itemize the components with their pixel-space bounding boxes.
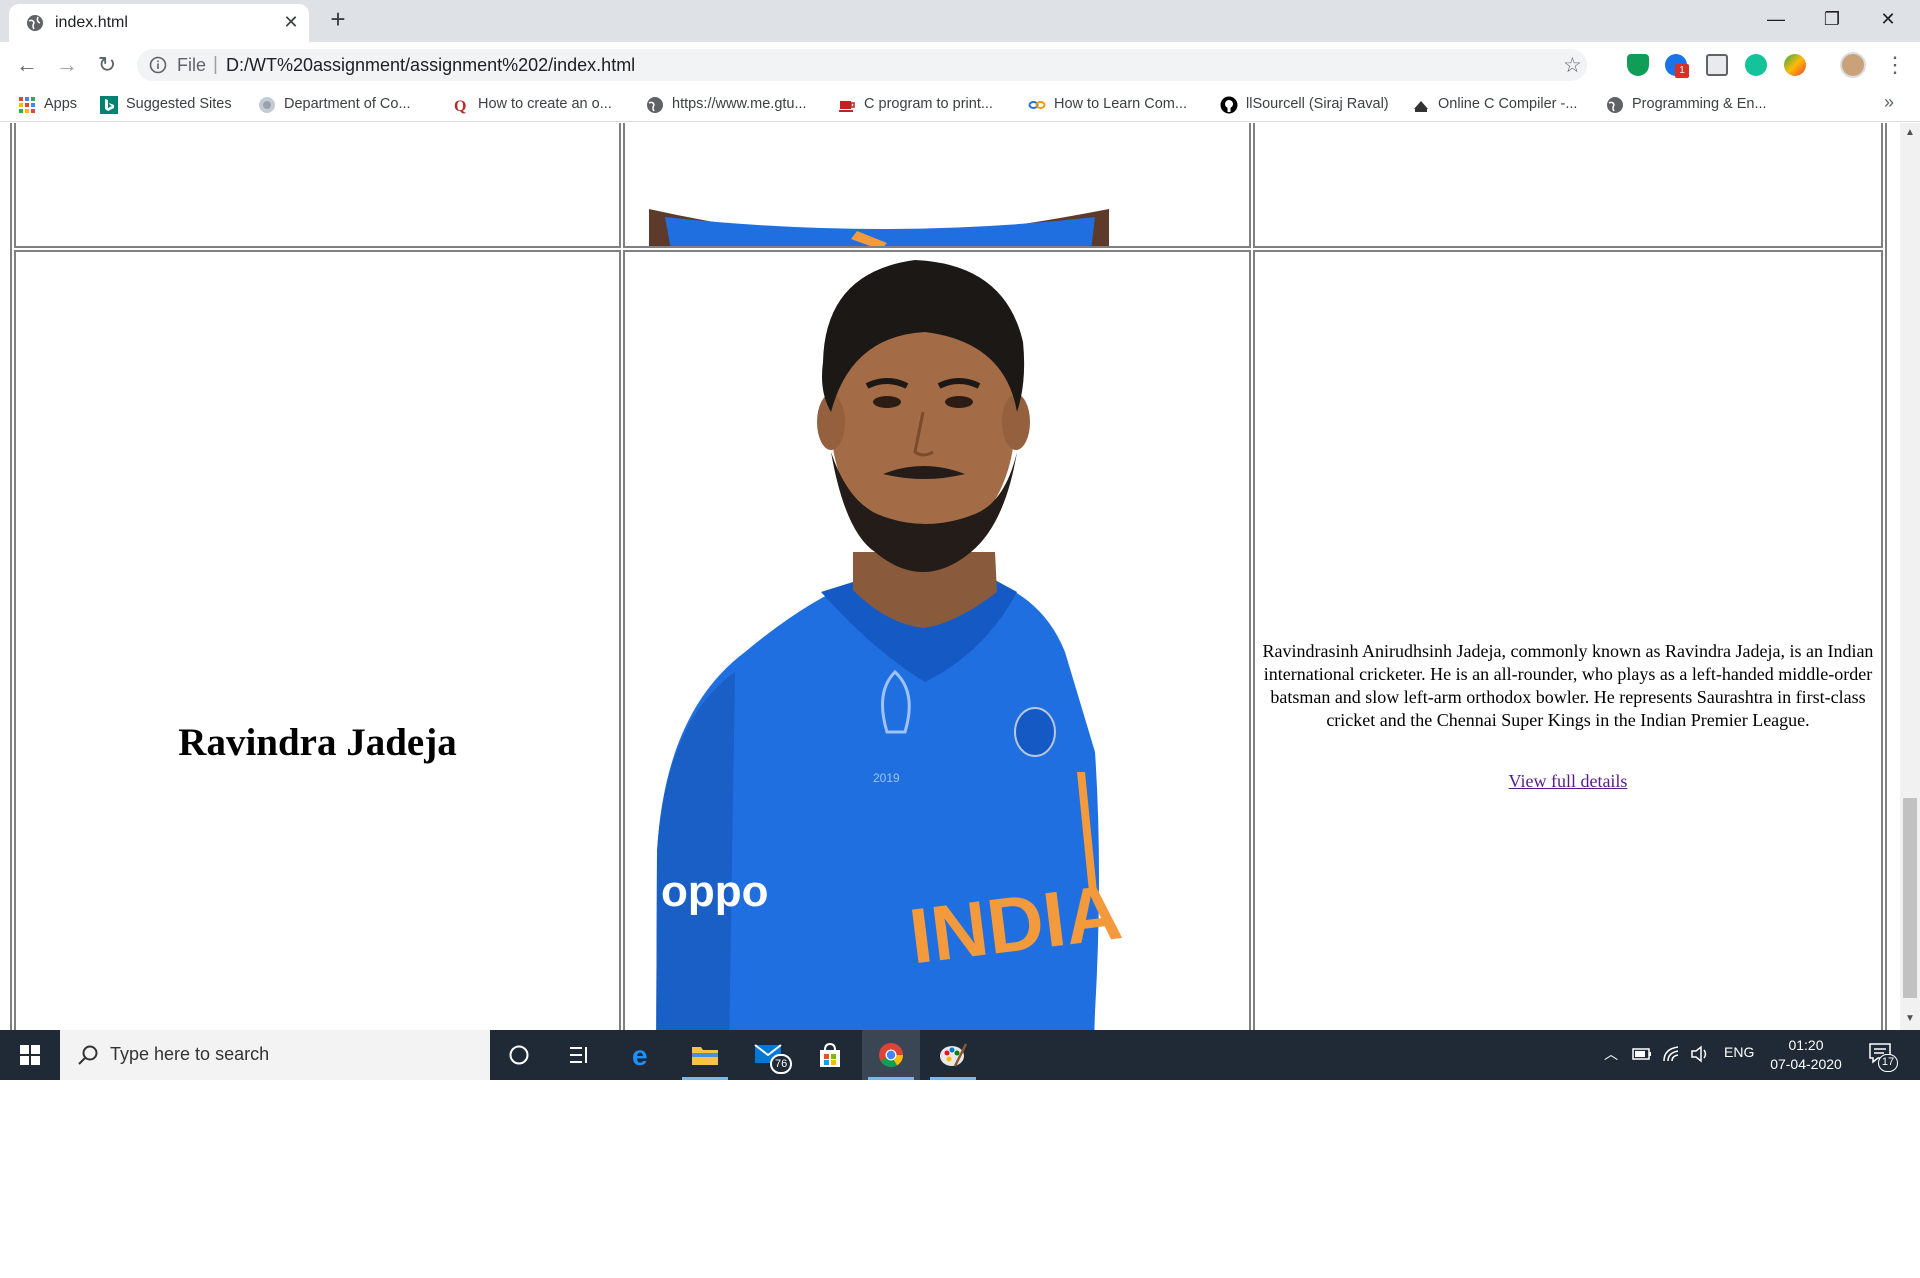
store-bag-icon <box>820 1042 840 1067</box>
bing-icon <box>100 96 118 114</box>
reload-button[interactable]: ↻ <box>92 50 122 80</box>
paint-taskbar-button[interactable] <box>924 1030 982 1080</box>
windows-logo-icon <box>20 1045 40 1065</box>
page-viewport: Ravindra Jadeja 2019 oppo INDIA Ravindra… <box>0 123 1900 1030</box>
browser-toolbar: ← → ↻ File | D:/WT%20assignment/assignme… <box>0 42 1920 88</box>
bookmark-star-icon[interactable]: ☆ <box>1563 53 1582 78</box>
maximize-button[interactable]: ❐ <box>1804 0 1860 38</box>
globe-icon <box>1607 97 1623 113</box>
coffee-cup-icon <box>839 101 855 112</box>
player-photo-cell: 2019 oppo INDIA <box>623 250 1251 1030</box>
show-hidden-icons-chevron-icon[interactable]: ︿ <box>1604 1044 1618 1064</box>
mail-taskbar-button[interactable]: 76 <box>740 1030 798 1080</box>
edge-icon: e <box>632 1042 648 1068</box>
sponsor-text: oppo <box>661 867 769 916</box>
volume-icon[interactable] <box>1690 1045 1710 1063</box>
player-photo: 2019 oppo INDIA <box>656 260 1126 1030</box>
scrollbar-thumb[interactable] <box>1903 798 1917 998</box>
minimize-button[interactable]: — <box>1748 0 1804 38</box>
url-scheme: File <box>177 55 207 75</box>
svg-text:2019: 2019 <box>873 771 900 785</box>
scroll-down-arrow-icon[interactable]: ▼ <box>1905 1013 1915 1024</box>
grammarly-icon[interactable] <box>1745 54 1767 76</box>
url-text[interactable]: D:/WT%20assignment/assignment%202/index.… <box>226 55 635 76</box>
table-cell <box>1253 123 1883 248</box>
back-button[interactable]: ← <box>12 50 42 80</box>
view-full-details-link[interactable]: View full details <box>1509 771 1628 791</box>
table-cell <box>14 123 621 248</box>
chrome-icon <box>879 1043 903 1068</box>
view-details-wrapper: View full details <box>1255 771 1881 792</box>
player-name: Ravindra Jadeja <box>178 721 457 764</box>
url-separator: | <box>213 54 218 75</box>
clock-time: 01:20 <box>1788 1037 1824 1053</box>
chrome-menu-icon[interactable]: ⋮ <box>1884 52 1906 78</box>
quora-icon: Q <box>454 98 466 114</box>
browser-tab[interactable]: index.html ✕ <box>9 4 309 42</box>
search-placeholder: Type here to search <box>110 1044 270 1064</box>
extension-badge: 1 <box>1675 64 1689 78</box>
info-icon[interactable] <box>149 56 167 74</box>
clock-date: 07-04-2020 <box>1770 1056 1842 1072</box>
players-table: Ravindra Jadeja 2019 oppo INDIA Ravindra… <box>10 123 1887 1030</box>
colorful-extension-icon[interactable] <box>1784 54 1806 76</box>
more-bookmarks-icon[interactable]: » <box>1884 92 1894 113</box>
edge-taskbar-button[interactable]: e <box>614 1030 672 1080</box>
task-view-icon <box>570 1047 587 1063</box>
page-scrollbar[interactable]: ▲ ▼ <box>1900 123 1920 1030</box>
extension-icon[interactable]: 1 <box>1665 54 1689 78</box>
file-explorer-taskbar-button[interactable] <box>676 1030 734 1080</box>
cast-icon[interactable] <box>1706 54 1728 76</box>
mail-badge: 76 <box>770 1054 793 1074</box>
player-bio-cell: Ravindrasinh Anirudhsinh Jadeja, commonl… <box>1253 250 1883 1030</box>
store-taskbar-button[interactable] <box>801 1030 859 1080</box>
github-icon <box>1220 96 1238 114</box>
new-tab-button[interactable]: + <box>325 6 351 32</box>
taskbar-search-box[interactable]: Type here to search <box>60 1030 490 1080</box>
compiler-icon <box>1414 101 1428 112</box>
task-view-button[interactable] <box>551 1030 609 1080</box>
windows-taskbar: Type here to search e 76 ︿ ENG 01:20 07-… <box>0 1030 1920 1080</box>
start-button[interactable] <box>0 1030 60 1080</box>
scroll-up-arrow-icon[interactable]: ▲ <box>1905 127 1915 138</box>
player-bio: Ravindrasinh Anirudhsinh Jadeja, commonl… <box>1262 641 1874 730</box>
cortana-icon <box>509 1045 529 1065</box>
globe-icon <box>27 15 43 31</box>
apps-grid-icon <box>19 97 35 113</box>
shield-extension-icon[interactable] <box>1627 54 1649 76</box>
paint-palette-icon <box>940 1043 967 1067</box>
seal-icon <box>259 97 275 113</box>
table-cell <box>623 123 1251 248</box>
tab-title: index.html <box>55 14 128 31</box>
player-name-cell: Ravindra Jadeja <box>14 250 621 1030</box>
infinity-icon <box>1028 101 1046 109</box>
address-bar[interactable]: File | D:/WT%20assignment/assignment%202… <box>137 49 1587 81</box>
forward-button[interactable]: → <box>52 50 82 80</box>
system-clock[interactable]: 01:20 07-04-2020 <box>1766 1036 1846 1074</box>
folder-icon <box>692 1047 718 1065</box>
globe-icon <box>647 97 663 113</box>
action-center-button[interactable]: 17 <box>1866 1040 1898 1072</box>
language-indicator[interactable]: ENG <box>1724 1044 1754 1060</box>
svg-text:Q: Q <box>454 98 466 114</box>
search-icon <box>78 1045 98 1065</box>
profile-avatar[interactable] <box>1840 52 1866 78</box>
tab-strip: index.html ✕ + — ❐ ✕ <box>0 0 1920 42</box>
wifi-icon[interactable] <box>1662 1045 1682 1063</box>
battery-icon[interactable] <box>1632 1048 1652 1060</box>
svg-text:e: e <box>632 1042 648 1068</box>
bookmarks-bar: Apps Suggested Sites Department of Co...… <box>0 88 1920 122</box>
chrome-taskbar-button[interactable] <box>862 1030 920 1080</box>
cortana-button[interactable] <box>490 1030 548 1080</box>
previous-player-photo <box>649 209 1109 246</box>
notification-badge: 17 <box>1878 1054 1898 1072</box>
close-tab-icon[interactable]: ✕ <box>281 12 301 32</box>
screen-padding <box>0 1080 1920 1278</box>
close-window-button[interactable]: ✕ <box>1860 0 1916 38</box>
